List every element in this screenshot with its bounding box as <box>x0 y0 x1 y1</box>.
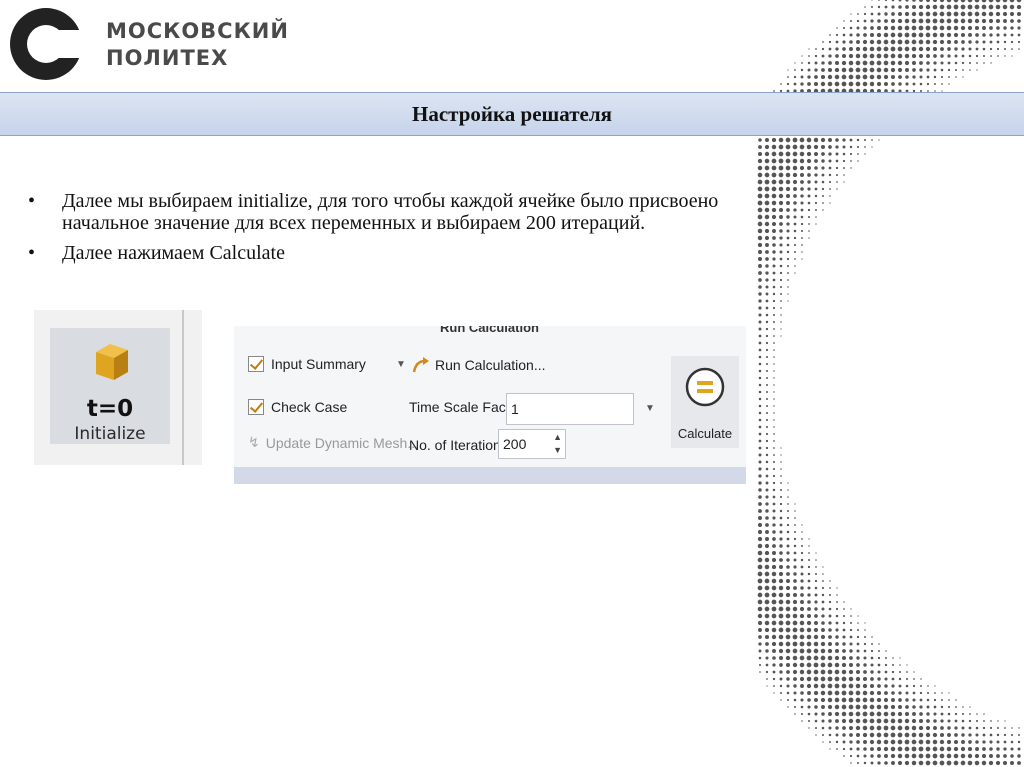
input-summary-label: Input Summary <box>271 356 366 372</box>
bullet-item: • Далее мы выбираем initialize, для того… <box>28 190 798 234</box>
check-case-label: Check Case <box>271 399 348 415</box>
calculate-label: Calculate <box>677 426 733 441</box>
bullet-text-2: Далее нажимаем Calculate <box>62 242 285 264</box>
bullet-dot: • <box>28 242 36 264</box>
calculate-icon <box>685 367 725 407</box>
run-calculation-link[interactable]: Run Calculation... <box>412 356 546 374</box>
calculate-button[interactable]: Calculate <box>671 356 739 448</box>
brand-name: МОСКОВСКИЙ ПОЛИТЕХ <box>106 18 289 72</box>
run-calculation-screenshot: Run Calculation Input Summary ▼ Check Ca… <box>234 326 746 484</box>
update-mesh-label: Update Dynamic Mesh... <box>265 434 420 451</box>
initialize-screenshot: t=0 Initialize <box>34 310 202 465</box>
update-dynamic-mesh-button[interactable]: ↯ Update Dynamic Mesh... <box>248 434 419 451</box>
iterations-stepper[interactable]: 200 ▲ ▼ <box>498 429 566 459</box>
dropdown-arrow-icon[interactable]: ▼ <box>396 359 406 370</box>
run-calculation-label: Run Calculation... <box>435 357 546 373</box>
checkbox-checked-icon <box>248 356 264 372</box>
brand-line-2: ПОЛИТЕХ <box>106 46 229 70</box>
check-case-checkbox[interactable]: Check Case <box>248 399 347 415</box>
time-scale-input[interactable]: 1 <box>506 393 634 425</box>
stepper-arrows-icon[interactable]: ▲ ▼ <box>553 431 562 457</box>
bullet-list: • Далее мы выбираем initialize, для того… <box>28 190 798 272</box>
checkbox-checked-icon <box>248 399 264 415</box>
input-summary-checkbox[interactable]: Input Summary ▼ <box>248 356 406 372</box>
run-arrow-icon <box>412 357 429 373</box>
bullet-item: • Далее нажимаем Calculate <box>28 242 798 264</box>
title-bar: Настройка решателя <box>0 92 1024 136</box>
time-scale-dropdown-icon[interactable]: ▼ <box>645 403 655 414</box>
iterations-value: 200 <box>503 436 527 452</box>
time-scale-value: 1 <box>511 401 519 417</box>
mesh-update-icon: ↯ <box>248 434 260 450</box>
initialize-label: Initialize <box>74 424 146 444</box>
toolbar-divider <box>182 310 184 465</box>
brand-line-1: МОСКОВСКИЙ <box>106 19 289 43</box>
t0-label: t=0 <box>86 396 134 422</box>
bullet-text-1: Далее мы выбираем initialize, для того ч… <box>62 190 719 234</box>
panel-footer-bar <box>234 467 746 484</box>
politech-logo-icon <box>10 8 82 80</box>
run-calculation-header: Run Calculation <box>440 326 539 335</box>
cube-icon <box>96 344 128 380</box>
iterations-label: No. of Iterations <box>409 437 508 453</box>
slide-title: Настройка решателя <box>411 101 612 126</box>
initialize-button[interactable]: t=0 Initialize <box>50 328 170 444</box>
bullet-dot: • <box>28 190 36 212</box>
